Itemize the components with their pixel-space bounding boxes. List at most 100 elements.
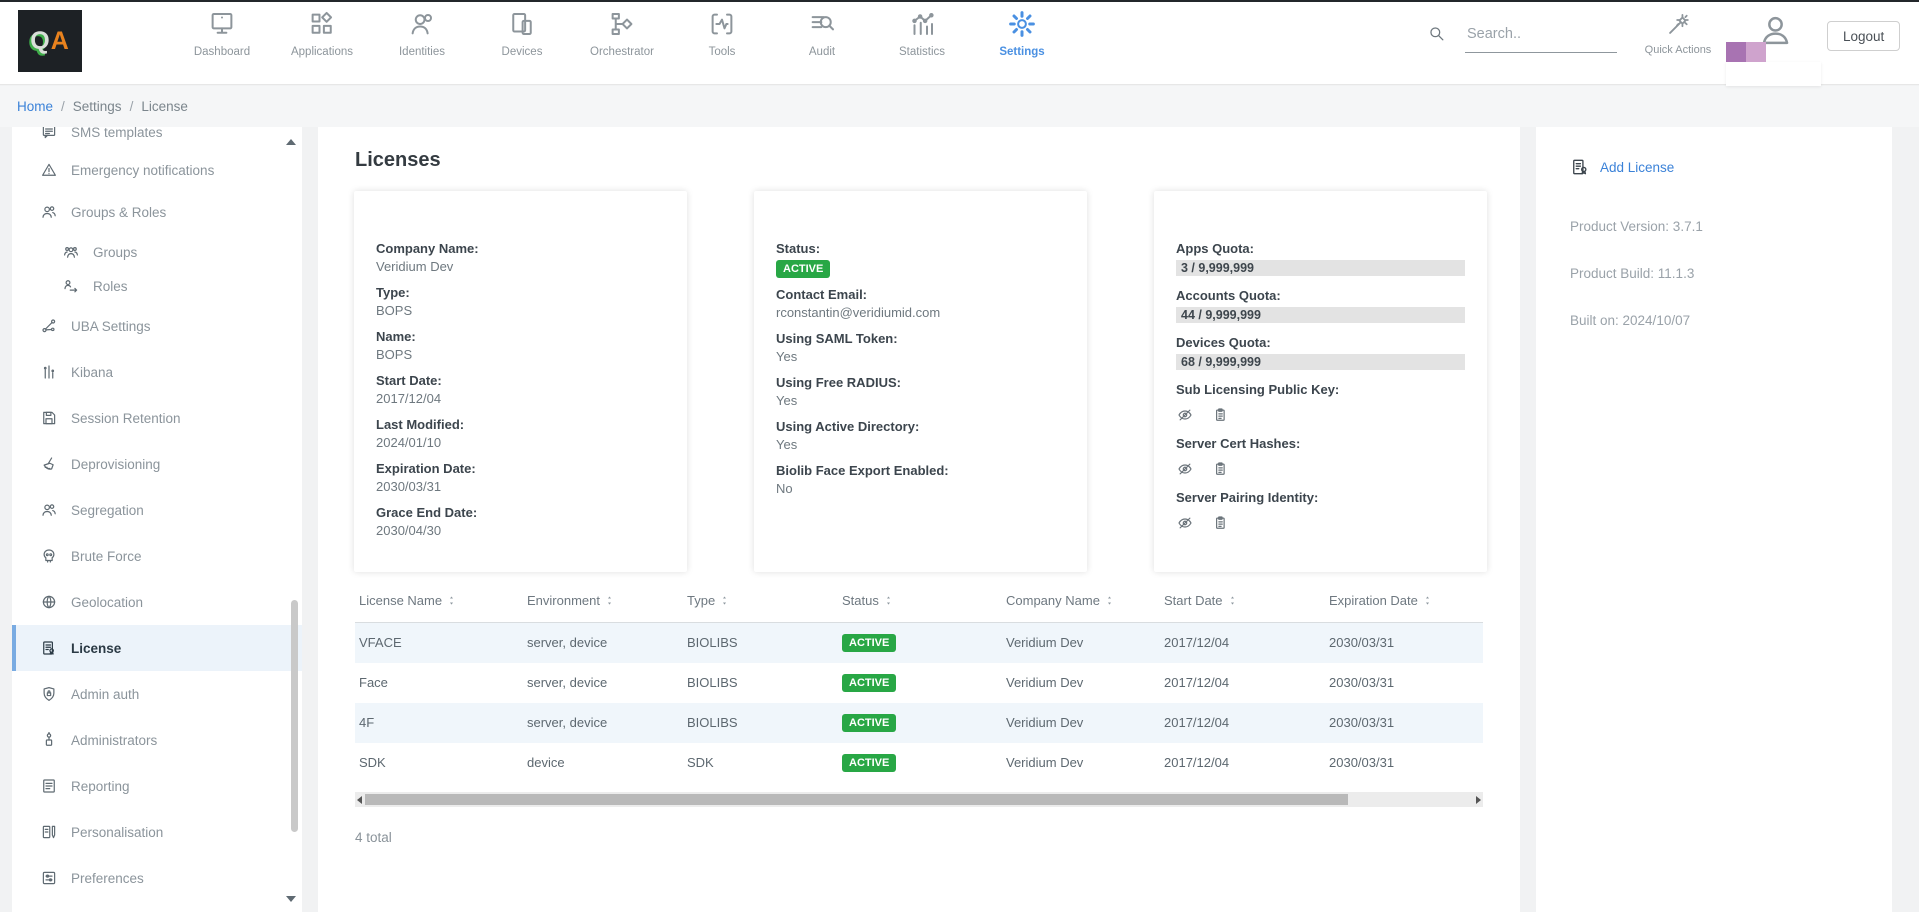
table-scrollbar-thumb[interactable] xyxy=(365,794,1348,805)
groups-roles-icon xyxy=(40,203,58,221)
audit-icon xyxy=(807,9,837,39)
uba-settings-icon xyxy=(40,317,58,335)
session-retention-icon xyxy=(40,409,58,427)
devices-icon xyxy=(507,9,537,39)
licenses-panel: Licenses Company Name:Veridium DevType:B… xyxy=(318,127,1520,912)
sidebar-scroll-down-arrow[interactable] xyxy=(286,896,296,902)
sidebar-item-reporting[interactable]: Reporting xyxy=(12,763,302,809)
sidebar-item-sms-templates[interactable]: SMS templates xyxy=(12,127,302,151)
sort-icon xyxy=(1103,594,1116,610)
global-search xyxy=(1427,24,1617,53)
column-header-type[interactable]: Type xyxy=(683,593,838,623)
sidebar-item-brute-force[interactable]: Brute Force xyxy=(12,533,302,579)
quick-actions-button[interactable]: Quick Actions xyxy=(1640,11,1716,56)
column-header-start-date[interactable]: Start Date xyxy=(1160,593,1325,623)
sidebar-scroll-up-arrow[interactable] xyxy=(286,139,296,145)
sidebar-item-label: UBA Settings xyxy=(71,319,151,334)
breadcrumb-license: License xyxy=(141,99,188,114)
sidebar-item-label: Administrators xyxy=(71,733,157,748)
sidebar-item-label: Groups xyxy=(93,245,137,260)
quota-accounts-quota: Accounts Quota:44 / 9,999,999 xyxy=(1176,288,1465,323)
logout-button[interactable]: Logout xyxy=(1827,21,1900,51)
license-icon xyxy=(40,639,58,657)
sidebar-item-label: Geolocation xyxy=(71,595,143,610)
nav-item-identities[interactable]: Identities xyxy=(372,9,472,58)
sidebar-item-kibana[interactable]: Kibana xyxy=(12,349,302,395)
sms-templates-icon xyxy=(40,127,58,141)
administrators-icon xyxy=(40,731,58,749)
table-row[interactable]: Faceserver, deviceBIOLIBSACTIVEVeridium … xyxy=(355,663,1483,703)
sidebar-item-personalisation[interactable]: Personalisation xyxy=(12,809,302,855)
copy-icon[interactable] xyxy=(1211,514,1229,532)
sidebar-item-deprovisioning[interactable]: Deprovisioning xyxy=(12,441,302,487)
sidebar-item-roles[interactable]: Roles xyxy=(12,269,302,303)
nav-item-orchestrator[interactable]: Orchestrator xyxy=(572,9,672,58)
field-biolib-face-export-enabled: Biolib Face Export Enabled:No xyxy=(776,463,1065,496)
product-version: Product Version: 3.7.1 xyxy=(1570,219,1892,234)
sidebar-item-uba-settings[interactable]: UBA Settings xyxy=(12,303,302,349)
nav-label: Identities xyxy=(399,46,445,58)
add-license-button[interactable]: Add License xyxy=(1570,157,1892,177)
sidebar-item-groups-roles[interactable]: Groups & Roles xyxy=(12,189,302,235)
sidebar-item-label: Kibana xyxy=(71,365,113,380)
nav-item-settings[interactable]: Settings xyxy=(972,9,1072,58)
eye-off-icon[interactable] xyxy=(1176,406,1194,424)
table-horizontal-scrollbar[interactable] xyxy=(355,792,1483,807)
theme-swatch-dark[interactable] xyxy=(1726,42,1746,62)
sidebar-scrollbar-thumb[interactable] xyxy=(291,600,298,832)
sidebar-item-administrators[interactable]: Administrators xyxy=(12,717,302,763)
breadcrumb-home[interactable]: Home xyxy=(17,99,53,114)
field-using-saml-token: Using SAML Token:Yes xyxy=(776,331,1065,364)
sidebar-item-label: Preferences xyxy=(71,871,144,886)
sidebar-item-groups[interactable]: Groups xyxy=(12,235,302,269)
sidebar-item-admin-auth[interactable]: Admin auth xyxy=(12,671,302,717)
breadcrumb: Home/Settings/License xyxy=(0,86,1919,127)
nav-item-devices[interactable]: Devices xyxy=(472,9,572,58)
emergency-notifications-icon xyxy=(40,161,58,179)
quota-bar: 44 / 9,999,999 xyxy=(1176,307,1465,323)
sidebar-item-preferences[interactable]: Preferences xyxy=(12,855,302,901)
sidebar-item-license[interactable]: License xyxy=(12,625,302,671)
table-row[interactable]: SDKdeviceSDKACTIVEVeridium Dev2017/12/04… xyxy=(355,743,1483,783)
theme-swatch-light[interactable] xyxy=(1746,42,1766,62)
nav-item-dashboard[interactable]: Dashboard xyxy=(172,9,272,58)
brute-force-icon xyxy=(40,547,58,565)
sort-icon xyxy=(445,594,458,610)
table-row[interactable]: 4Fserver, deviceBIOLIBSACTIVEVeridium De… xyxy=(355,703,1483,743)
column-header-environment[interactable]: Environment xyxy=(523,593,683,623)
sidebar-item-segregation[interactable]: Segregation xyxy=(12,487,302,533)
field-using-active-directory: Using Active Directory:Yes xyxy=(776,419,1065,452)
kibana-icon xyxy=(40,363,58,381)
table-row[interactable]: VFACEserver, deviceBIOLIBSACTIVEVeridium… xyxy=(355,623,1483,663)
product-build: Product Build: 11.1.3 xyxy=(1570,266,1892,281)
secret-server-pairing-identity: Server Pairing Identity: xyxy=(1176,490,1465,532)
sidebar-item-internationalisation[interactable]: Internationalisation xyxy=(12,901,302,912)
eye-off-icon[interactable] xyxy=(1176,460,1194,478)
sidebar-item-label: Deprovisioning xyxy=(71,457,160,472)
column-header-company-name[interactable]: Company Name xyxy=(1002,593,1160,623)
app-logo[interactable]: QA xyxy=(18,10,82,72)
licenses-table-area: License NameEnvironmentTypeStatusCompany… xyxy=(355,593,1483,845)
copy-icon[interactable] xyxy=(1211,460,1229,478)
column-header-license-name[interactable]: License Name xyxy=(355,593,523,623)
nav-item-tools[interactable]: Tools xyxy=(672,9,772,58)
nav-item-audit[interactable]: Audit xyxy=(772,9,872,58)
main-navigation: Dashboard Applications Identities DevicesOr… xyxy=(172,9,1072,58)
nav-item-applications[interactable]: Applications xyxy=(272,9,372,58)
theme-swatches[interactable] xyxy=(1726,42,1766,62)
scroll-left-arrow[interactable] xyxy=(357,796,362,804)
column-header-status[interactable]: Status xyxy=(838,593,1002,623)
column-header-expiration-date[interactable]: Expiration Date xyxy=(1325,593,1483,623)
nav-item-statistics[interactable]: Statistics xyxy=(872,9,972,58)
sidebar-item-emergency-notifications[interactable]: Emergency notifications xyxy=(12,151,302,189)
quota-devices-quota: Devices Quota:68 / 9,999,999 xyxy=(1176,335,1465,370)
nav-label: Dashboard xyxy=(194,46,250,58)
scroll-right-arrow[interactable] xyxy=(1476,796,1481,804)
search-input[interactable] xyxy=(1465,24,1617,53)
sidebar-item-label: Personalisation xyxy=(71,825,163,840)
settings-icon xyxy=(1007,9,1037,39)
sidebar-item-geolocation[interactable]: Geolocation xyxy=(12,579,302,625)
eye-off-icon[interactable] xyxy=(1176,514,1194,532)
sidebar-item-session-retention[interactable]: Session Retention xyxy=(12,395,302,441)
copy-icon[interactable] xyxy=(1211,406,1229,424)
